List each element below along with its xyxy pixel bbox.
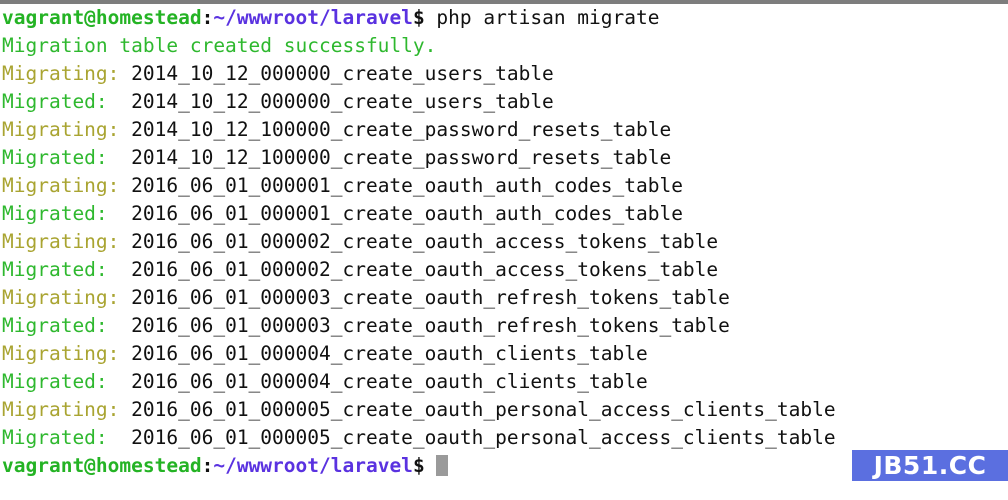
prompt-gap <box>425 454 437 477</box>
label-gap <box>119 398 131 421</box>
migrating-label: Migrating: <box>2 174 120 197</box>
migration-name: 2016_06_01_000004_create_oauth_clients_t… <box>131 342 648 365</box>
migrated-label: Migrated: <box>2 314 120 337</box>
migrated-label: Migrated: <box>2 90 120 113</box>
label-gap <box>119 230 131 253</box>
terminal-line-migrated: Migrated: 2016_06_01_000004_create_oauth… <box>2 368 1008 396</box>
migrated-label: Migrated: <box>2 426 120 449</box>
label-gap <box>119 146 131 169</box>
migrating-label: Migrating: <box>2 62 120 85</box>
migration-name: 2016_06_01_000004_create_oauth_clients_t… <box>131 370 648 393</box>
migrating-label: Migrating: <box>2 398 120 421</box>
terminal-line-migrated: Migrated: 2014_10_12_000000_create_users… <box>2 88 1008 116</box>
label-gap <box>119 286 131 309</box>
terminal-line-migrating: Migrating: 2016_06_01_000001_create_oaut… <box>2 172 1008 200</box>
label-gap <box>119 174 131 197</box>
terminal-line-migrating: Migrating: 2016_06_01_000004_create_oaut… <box>2 340 1008 368</box>
migrating-label: Migrating: <box>2 118 120 141</box>
label-gap <box>119 62 131 85</box>
terminal-line-migrating: Migrating: 2014_10_12_000000_create_user… <box>2 60 1008 88</box>
terminal-line-migrated: Migrated: 2016_06_01_000003_create_oauth… <box>2 312 1008 340</box>
migration-name: 2016_06_01_000003_create_oauth_refresh_t… <box>131 314 730 337</box>
label-gap <box>119 370 131 393</box>
migrated-label: Migrated: <box>2 146 120 169</box>
migration-name: 2016_06_01_000005_create_oauth_personal_… <box>131 426 836 449</box>
migration-name: 2016_06_01_000005_create_oauth_personal_… <box>131 398 836 421</box>
terminal-line-migrated: Migrated: 2014_10_12_100000_create_passw… <box>2 144 1008 172</box>
prompt-sigil: $ <box>412 6 425 29</box>
label-gap <box>119 342 131 365</box>
prompt-user-host: vagrant@homestead <box>2 6 202 29</box>
prompt-sigil: $ <box>412 454 425 477</box>
migration-name: 2014_10_12_100000_create_password_resets… <box>131 146 672 169</box>
terminal-line-migrating: Migrating: 2014_10_12_100000_create_pass… <box>2 116 1008 144</box>
migrating-label: Migrating: <box>2 342 120 365</box>
migration-name: 2014_10_12_100000_create_password_resets… <box>131 118 672 141</box>
terminal-line-migrated: Migrated: 2016_06_01_000005_create_oauth… <box>2 424 1008 452</box>
label-gap <box>119 90 131 113</box>
terminal-line-migrated: Migrated: 2016_06_01_000001_create_oauth… <box>2 200 1008 228</box>
migration-name: 2016_06_01_000003_create_oauth_refresh_t… <box>131 286 730 309</box>
watermark-badge: JB51.CC <box>852 450 1008 481</box>
prompt-user-host: vagrant@homestead <box>2 454 202 477</box>
text-cursor[interactable] <box>436 455 449 476</box>
migrating-label: Migrating: <box>2 230 120 253</box>
migrated-label: Migrated: <box>2 370 120 393</box>
migration-name: 2016_06_01_000001_create_oauth_auth_code… <box>131 202 683 225</box>
migrated-label: Migrated: <box>2 258 120 281</box>
prompt-path: ~/wwwroot/laravel <box>213 454 413 477</box>
label-gap <box>119 426 131 449</box>
migration-name: 2016_06_01_000002_create_oauth_access_to… <box>131 230 719 253</box>
prompt-separator: : <box>201 6 214 29</box>
migration-name: 2016_06_01_000001_create_oauth_auth_code… <box>131 174 683 197</box>
terminal-window[interactable]: vagrant@homestead:~/wwwroot/laravel$ php… <box>0 0 1008 500</box>
migrated-label: Migrated: <box>2 202 120 225</box>
terminal-line-command: vagrant@homestead:~/wwwroot/laravel$ php… <box>2 4 1008 32</box>
terminal-line-status: Migration table created successfully. <box>2 32 1008 60</box>
terminal-line-migrated: Migrated: 2016_06_01_000002_create_oauth… <box>2 256 1008 284</box>
command-text: php artisan migrate <box>424 6 660 29</box>
status-message: Migration table created successfully. <box>2 34 437 57</box>
terminal-line-migrating: Migrating: 2016_06_01_000003_create_oaut… <box>2 284 1008 312</box>
terminal-line-migrating: Migrating: 2016_06_01_000002_create_oaut… <box>2 228 1008 256</box>
label-gap <box>119 258 131 281</box>
migrating-label: Migrating: <box>2 286 120 309</box>
migration-name: 2014_10_12_000000_create_users_table <box>131 90 554 113</box>
label-gap <box>119 314 131 337</box>
terminal-output-area[interactable]: vagrant@homestead:~/wwwroot/laravel$ php… <box>2 4 1008 480</box>
migration-name: 2016_06_01_000002_create_oauth_access_to… <box>131 258 719 281</box>
label-gap <box>119 118 131 141</box>
terminal-line-migrating: Migrating: 2016_06_01_000005_create_oaut… <box>2 396 1008 424</box>
prompt-path: ~/wwwroot/laravel <box>213 6 413 29</box>
migration-name: 2014_10_12_000000_create_users_table <box>131 62 554 85</box>
label-gap <box>119 202 131 225</box>
prompt-separator: : <box>201 454 214 477</box>
